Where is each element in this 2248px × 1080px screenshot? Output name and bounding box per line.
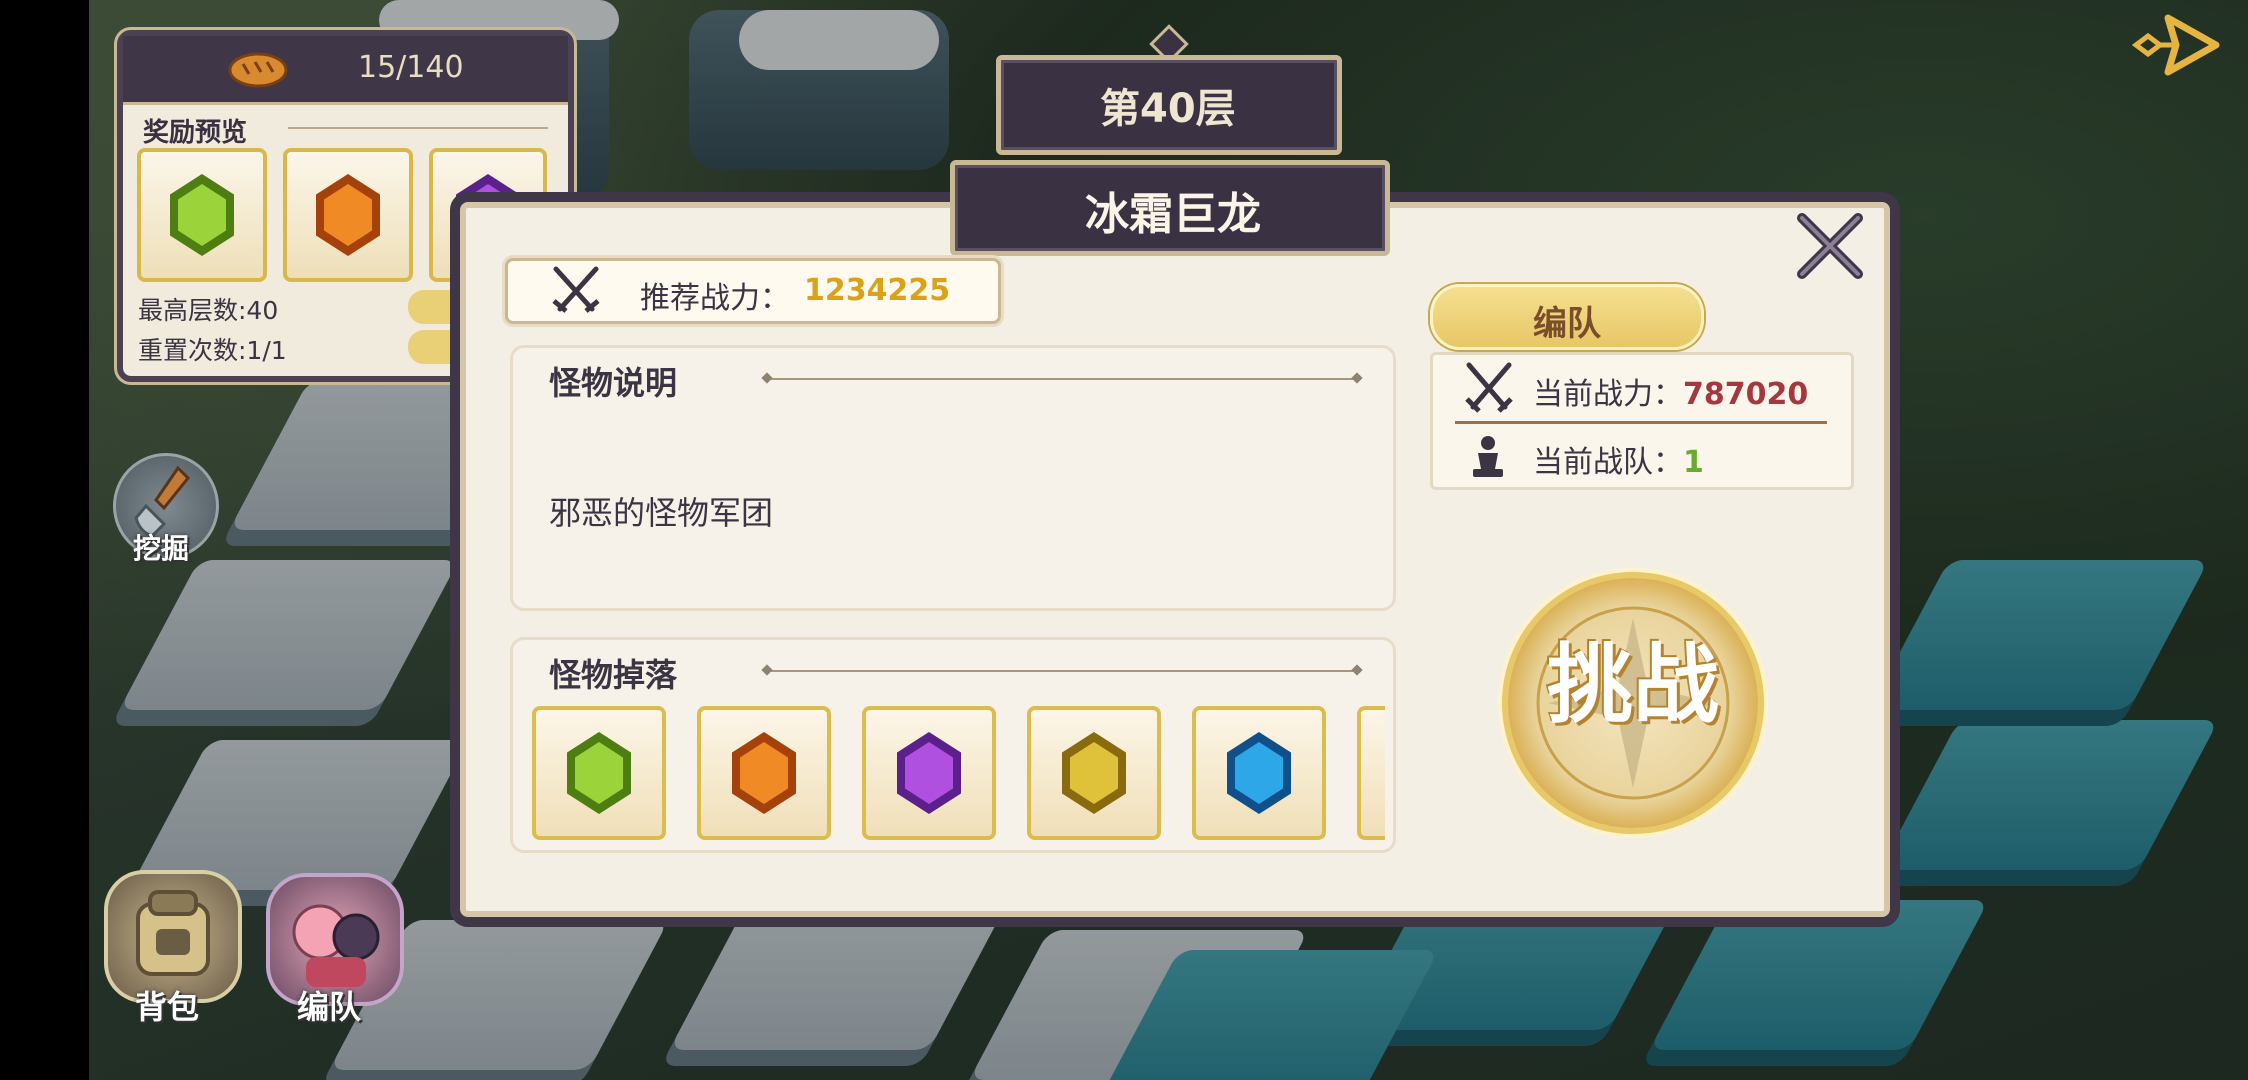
exit-arrow-icon[interactable] [2128, 10, 2228, 80]
reward-preview-title: 奖励预览 [143, 118, 248, 148]
blue-gem-icon [1227, 732, 1291, 814]
dig-label: 挖掘 [133, 532, 190, 565]
challenge-button[interactable]: 挑战 [1508, 578, 1758, 828]
green-gem-icon [170, 174, 234, 256]
drop-slot-partial[interactable] [1357, 706, 1385, 840]
divider [771, 378, 1361, 380]
recommended-power-label: 推荐战力： [640, 281, 790, 316]
orange-gem-icon [732, 732, 796, 814]
current-power-row: 当前战力：787020 [1533, 369, 1808, 413]
floor-label: 第40层 [1100, 86, 1236, 132]
divider-dot [1351, 372, 1363, 384]
team-formation-button[interactable]: 编队 [1430, 284, 1704, 350]
reward-slot[interactable] [137, 148, 267, 282]
current-power-value: 787020 [1683, 377, 1809, 412]
recommended-power-box: 推荐战力： 1234225 [505, 258, 1001, 324]
current-power-box: 当前战力：787020 当前战队：1 [1430, 352, 1854, 490]
current-team-label: 当前战队： [1533, 445, 1683, 480]
divider-dot [1351, 664, 1363, 676]
gold-gem-icon [1062, 732, 1126, 814]
section-title: 怪物说明 [549, 364, 678, 402]
bag-label: 背包 [135, 988, 200, 1026]
orange-gem-icon [316, 174, 380, 256]
team-formation-label: 编队 [1533, 304, 1601, 344]
divider [1455, 421, 1827, 424]
close-icon[interactable] [1790, 206, 1870, 286]
drop-slot[interactable] [862, 706, 996, 840]
green-gem-icon [567, 732, 631, 814]
drop-slot[interactable] [1192, 706, 1326, 840]
section-title: 怪物掉落 [549, 656, 678, 694]
divider [288, 127, 548, 129]
current-power-label: 当前战力： [1533, 377, 1683, 412]
monster-description-section: 怪物说明 邪恶的怪物军团 [510, 345, 1396, 611]
reward-slot[interactable] [283, 148, 413, 282]
drop-slot[interactable] [532, 706, 666, 840]
crossed-swords-icon [552, 266, 600, 313]
current-team-value: 1 [1683, 445, 1704, 480]
backpack-icon [136, 890, 210, 976]
monster-description: 邪恶的怪物军团 [549, 494, 774, 532]
boss-name: 冰霜巨龙 [1085, 189, 1261, 240]
reset-count-stat: 重置次数:1/1 [138, 336, 287, 365]
recommended-power-value: 1234225 [804, 273, 951, 308]
current-team-row: 当前战队：1 [1533, 437, 1704, 481]
drop-slot[interactable] [697, 706, 831, 840]
resource-count: 15/140 [358, 50, 464, 85]
challenge-label: 挑战 [1547, 635, 1719, 735]
chess-piece-icon [1473, 436, 1503, 477]
resource-bar: 15/140 [123, 36, 568, 105]
crossed-swords-icon [1465, 362, 1513, 413]
team-label: 编队 [297, 988, 362, 1026]
divider [771, 670, 1361, 672]
max-floor-stat: 最高层数:40 [138, 296, 279, 325]
purple-gem-icon [897, 732, 961, 814]
bread-icon [228, 52, 288, 88]
drop-slot[interactable] [1027, 706, 1161, 840]
divider-dot [761, 664, 773, 676]
divider-dot [761, 372, 773, 384]
